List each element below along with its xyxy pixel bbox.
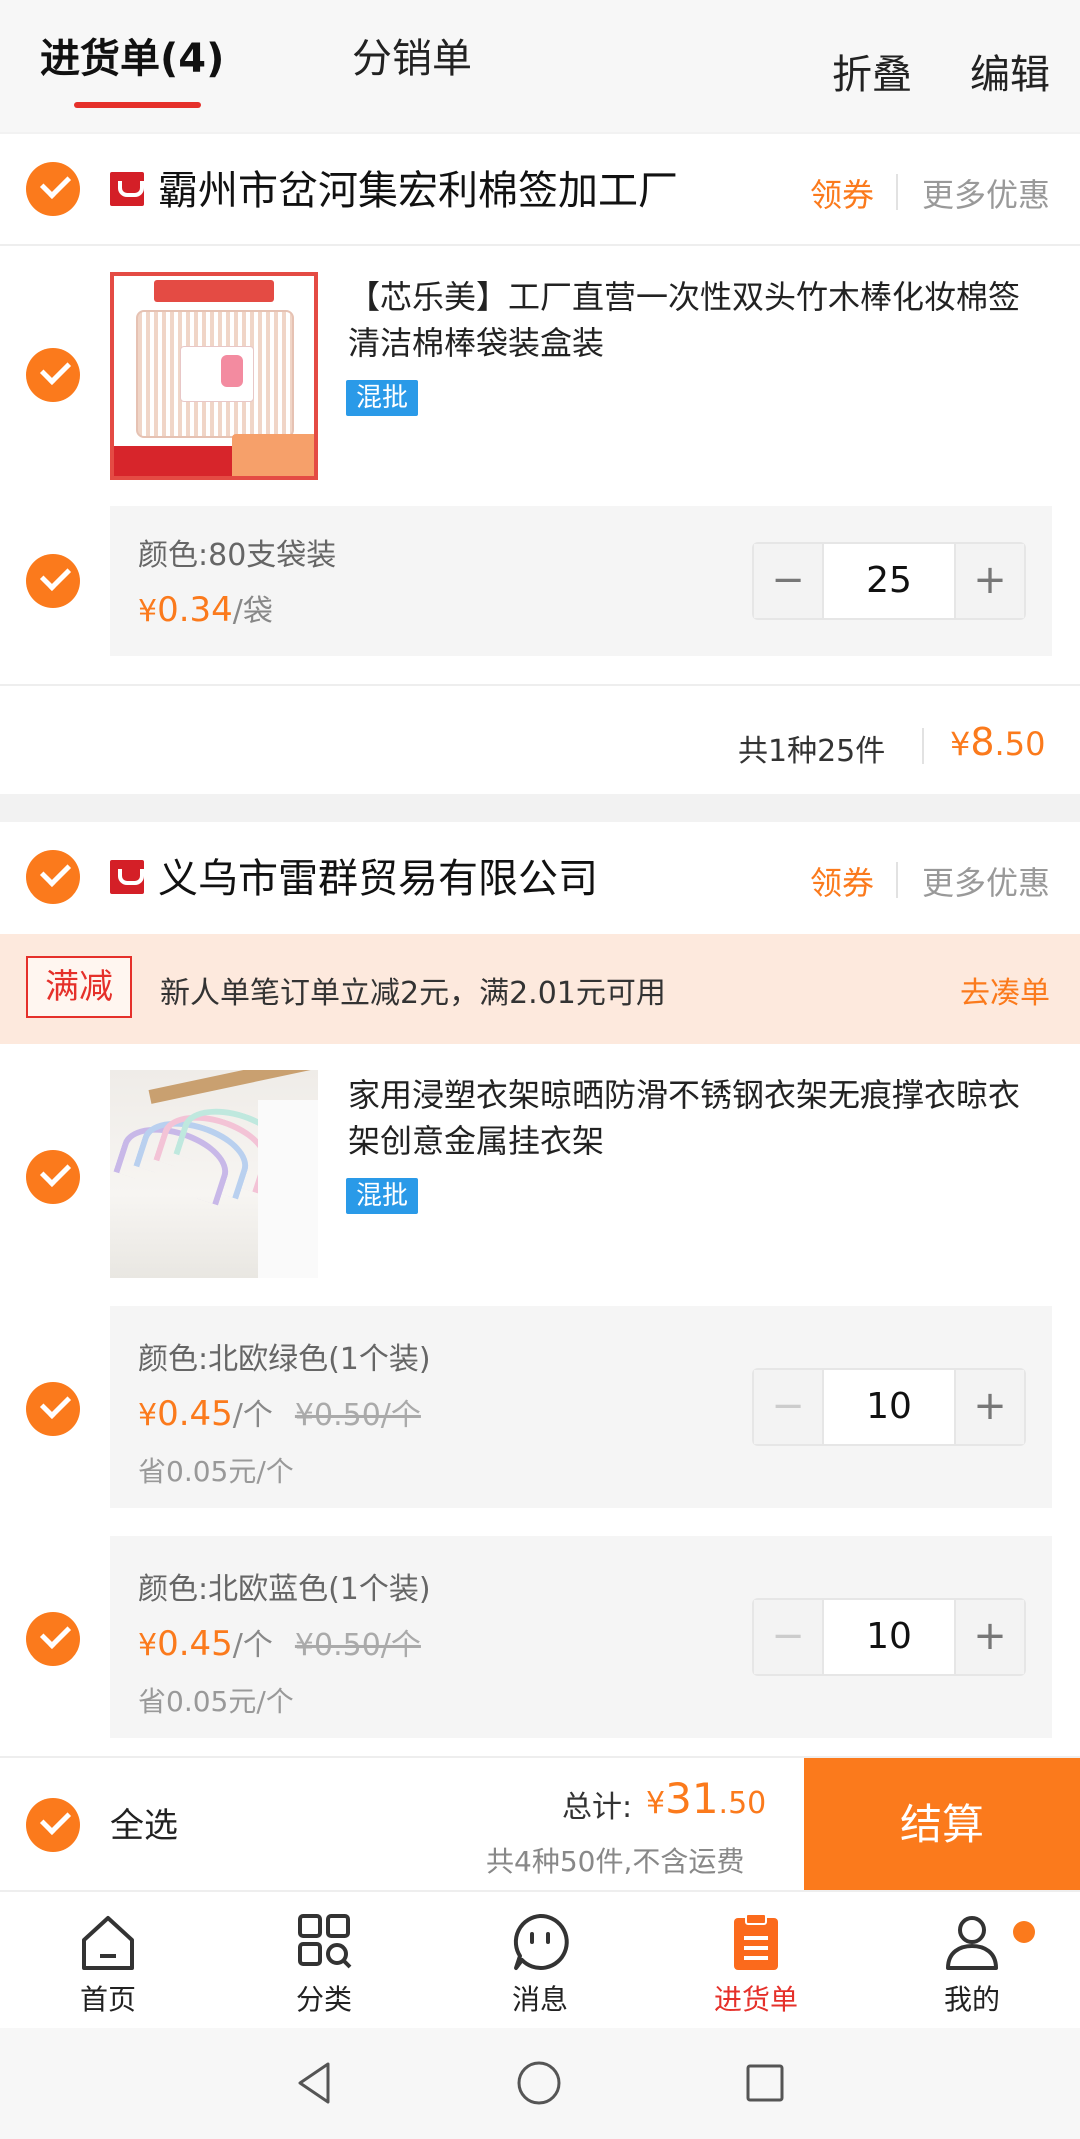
tab-label: 分类 [295, 1983, 352, 2016]
quantity-input[interactable]: 10 [824, 1370, 954, 1444]
divider [896, 862, 898, 898]
quantity-stepper: − 10 + [752, 1368, 1026, 1446]
mixed-batch-badge: 混批 [346, 1178, 419, 1214]
tab-home[interactable]: 首页 [48, 1910, 168, 2020]
tab-label: 消息 [511, 1983, 568, 2016]
increase-button[interactable]: + [954, 1370, 1024, 1444]
increase-button[interactable]: + [954, 544, 1024, 618]
quantity-input[interactable]: 10 [824, 1600, 954, 1674]
promotion-banner: 满减 新人单笔订单立减2元，满2.01元可用 去凑单 [0, 934, 1080, 1044]
total-price: ¥31.50 [646, 1774, 767, 1823]
shop-item-count: 共1种25件 [738, 734, 886, 769]
shop-check-icon[interactable] [26, 850, 80, 904]
select-all-label[interactable]: 全选 [110, 1798, 178, 1847]
shop-name[interactable]: 义乌市雷群贸易有限公司 [158, 846, 598, 904]
tab-label: 进货单 [713, 1983, 798, 2016]
shop-card: 霸州市岔河集宏利棉签加工厂 领券 更多优惠 【芯乐美】工厂直营一次性双头竹木棒化… [0, 134, 1080, 794]
spec-check-icon[interactable] [26, 1382, 80, 1436]
recents-icon[interactable] [740, 2058, 790, 2108]
category-icon [298, 1914, 352, 1969]
spec-row: 颜色:北欧绿色(1个装) ¥0.45/个 ¥0.50/个 省0.05元/个 − 1… [110, 1306, 1052, 1508]
shop-logo-icon [110, 172, 144, 206]
unit-price: ¥0.34/袋 [138, 590, 273, 630]
system-navigation-bar [0, 2028, 1080, 2139]
edit-button[interactable]: 编辑 [970, 42, 1050, 100]
decrease-button[interactable]: − [754, 544, 824, 618]
spec-name: 颜色:北欧绿色(1个装) [138, 1342, 431, 1377]
spec-name: 颜色:北欧蓝色(1个装) [138, 1572, 431, 1607]
divider [0, 684, 1080, 686]
active-tab-indicator [74, 102, 201, 108]
increase-button[interactable]: + [954, 1600, 1024, 1674]
checkout-button[interactable]: 结算 [804, 1758, 1080, 1892]
decrease-button[interactable]: − [754, 1600, 824, 1674]
product-title[interactable]: 家用浸塑衣架晾晒防滑不锈钢衣架无痕撑衣晾衣 架创意金属挂衣架 [348, 1072, 1048, 1164]
tab-label: 我的 [943, 1983, 1000, 2016]
coupon-link[interactable]: 领券 [810, 858, 874, 904]
tab-purchase-list[interactable]: 进货单(4) [40, 30, 224, 88]
divider [922, 728, 924, 764]
tab-purchase-list[interactable]: 进货单 [696, 1910, 816, 2020]
total-label: 总计: [562, 1790, 633, 1825]
shop-logo-icon [110, 860, 144, 894]
add-more-link[interactable]: 去凑单 [960, 968, 1050, 1012]
spec-row: 颜色:北欧蓝色(1个装) ¥0.45/个 ¥0.50/个 省0.05元/个 − 1… [110, 1536, 1052, 1738]
quantity-stepper: − 10 + [752, 1598, 1026, 1676]
spec-check-icon[interactable] [26, 554, 80, 608]
more-offers-link[interactable]: 更多优惠 [922, 858, 1050, 904]
savings-text: 省0.05元/个 [138, 1455, 294, 1488]
product-check-icon[interactable] [26, 348, 80, 402]
shop-name[interactable]: 霸州市岔河集宏利棉签加工厂 [158, 158, 678, 216]
product-title[interactable]: 【芯乐美】工厂直营一次性双头竹木棒化妆棉签 清洁棉棒袋装盒装 [348, 274, 1048, 366]
mixed-batch-badge: 混批 [346, 380, 419, 416]
product-image[interactable] [110, 1070, 318, 1278]
coupon-link[interactable]: 领券 [810, 170, 874, 216]
notification-dot [1013, 1921, 1035, 1943]
home-icon [82, 1916, 134, 1970]
original-price: ¥0.50/个 [294, 1398, 421, 1433]
tab-messages[interactable]: 消息 [480, 1910, 600, 2020]
quantity-stepper: − 25 + [752, 542, 1026, 620]
home-circle-icon[interactable] [514, 2058, 564, 2108]
spec-row: 颜色:80支袋装 ¥0.34/袋 − 25 + [110, 506, 1052, 656]
spec-check-icon[interactable] [26, 1612, 80, 1666]
savings-text: 省0.05元/个 [138, 1685, 294, 1718]
more-offers-link[interactable]: 更多优惠 [922, 170, 1050, 216]
shop-card: 义乌市雷群贸易有限公司 领券 更多优惠 满减 新人单笔订单立减2元，满2.01元… [0, 822, 1080, 1756]
profile-icon [946, 1916, 998, 1970]
shop-check-icon[interactable] [26, 162, 80, 216]
checkout-bar: 全选 总计: ¥31.50 共4种50件,不含运费 结算 [0, 1756, 1080, 1892]
original-price: ¥0.50/个 [294, 1628, 421, 1663]
purchase-list-icon [734, 1913, 778, 1970]
unit-price: ¥0.45/个 ¥0.50/个 [138, 1624, 421, 1664]
product-check-icon[interactable] [26, 1150, 80, 1204]
promo-text: 新人单笔订单立减2元，满2.01元可用 [160, 976, 666, 1011]
back-icon[interactable] [290, 2058, 340, 2108]
quantity-input[interactable]: 25 [824, 544, 954, 618]
top-header: 进货单(4) 分销单 折叠 编辑 [0, 0, 1080, 132]
select-all-check-icon[interactable] [26, 1798, 80, 1852]
tab-distribution-list[interactable]: 分销单 [352, 30, 472, 88]
spec-name: 颜色:80支袋装 [138, 538, 337, 573]
unit-price: ¥0.45/个 ¥0.50/个 [138, 1394, 421, 1434]
shop-subtotal: ¥8.50 [950, 720, 1046, 764]
total-note: 共4种50件,不含运费 [486, 1845, 745, 1878]
promo-tag: 满减 [26, 956, 132, 1018]
product-image[interactable] [110, 272, 318, 480]
decrease-button[interactable]: − [754, 1370, 824, 1444]
tab-label: 首页 [79, 1983, 136, 2016]
divider [0, 244, 1080, 246]
tab-category[interactable]: 分类 [264, 1910, 384, 2020]
fold-button[interactable]: 折叠 [832, 42, 912, 100]
message-icon [513, 1913, 569, 1970]
bottom-tab-bar: 首页 分类 消息 进货单 我的 [0, 1890, 1080, 2028]
divider [896, 174, 898, 210]
